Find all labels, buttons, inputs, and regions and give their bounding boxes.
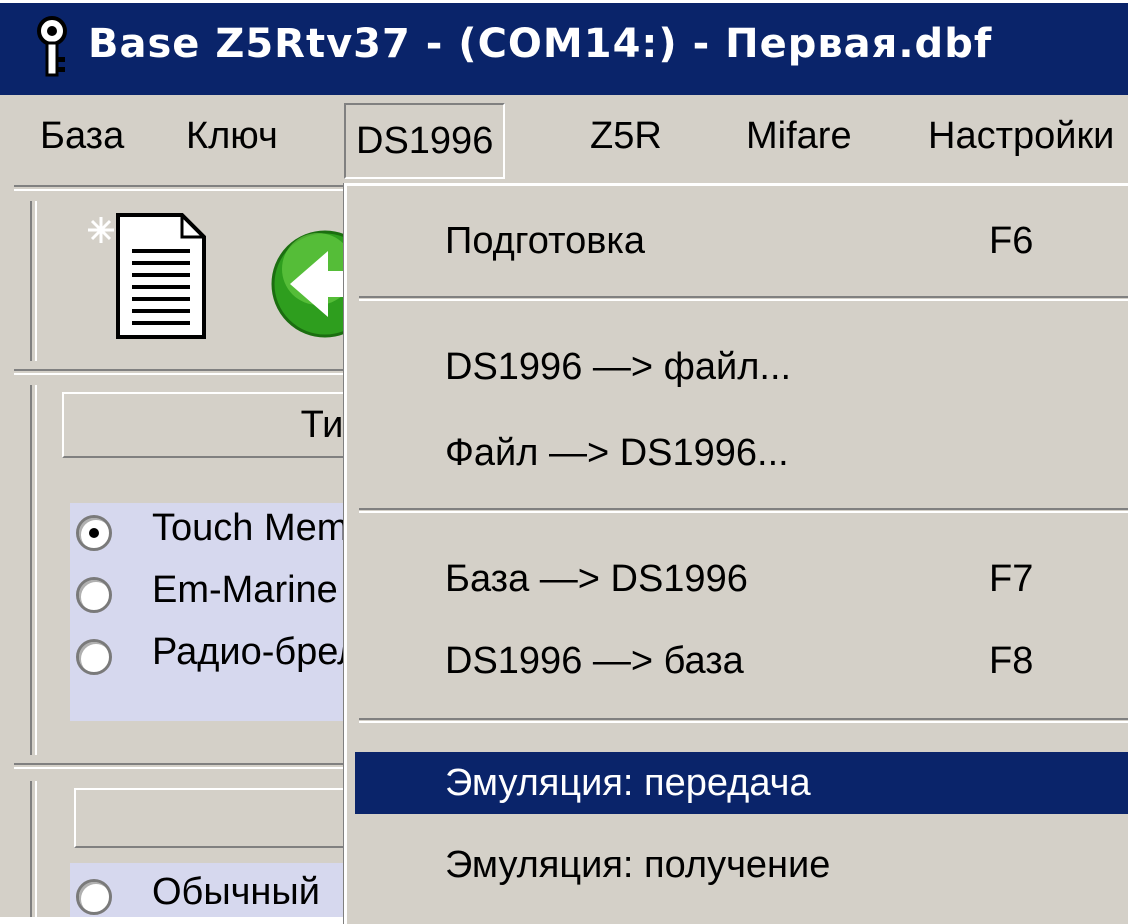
radio-button[interactable] (76, 577, 112, 613)
menu-baza[interactable]: База (30, 115, 134, 158)
radio-button[interactable] (76, 879, 112, 915)
toolbar-grip (30, 201, 37, 361)
menu-item-file-to-ds1996[interactable]: Файл —> DS1996... (355, 422, 1128, 484)
radio-label: Обычный (152, 871, 320, 913)
radio-button[interactable] (76, 639, 112, 675)
menu-item-label: Эмуляция: передача (445, 762, 811, 804)
title-bar: Base Z5Rtv37 - (COM14:) - Первая.dbf (0, 3, 1128, 95)
menu-settings[interactable]: Настройки (918, 115, 1124, 158)
menu-item-label: DS1996 —> база (445, 640, 744, 682)
menu-separator (359, 718, 1128, 723)
divider (14, 369, 354, 375)
menu-item-ds1996-to-base[interactable]: DS1996 —> база F8 (355, 630, 1128, 692)
menu-key[interactable]: Ключ (176, 115, 288, 158)
menu-bar: База Ключ DS1996 Z5R Mifare Настройки (0, 95, 1128, 185)
type-group-header: Тип (62, 392, 374, 458)
second-group-header (74, 788, 368, 848)
menu-item-shortcut: F8 (989, 640, 1034, 682)
menu-item-shortcut: F7 (989, 558, 1034, 600)
key-icon (37, 16, 67, 77)
menu-ds1996[interactable]: DS1996 (344, 103, 506, 179)
divider (14, 185, 354, 191)
menu-item-shortcut: F6 (989, 220, 1034, 262)
window-title: Base Z5Rtv37 - (COM14:) - Первая.dbf (88, 21, 993, 67)
menu-item-label: Эмуляция: получение (445, 844, 831, 886)
group-grip (30, 385, 37, 755)
menu-item-label: DS1996 —> файл... (445, 346, 792, 388)
key-type-radio-group: Touch Memory Em-Marine Радио-брелок (70, 503, 401, 721)
menu-item-emulation-send[interactable]: Эмуляция: передача (355, 752, 1128, 814)
divider (14, 763, 354, 769)
ds1996-dropdown-menu: Подготовка F6 DS1996 —> файл... Файл —> … (344, 183, 1128, 924)
menu-item-base-to-ds1996[interactable]: База —> DS1996 F7 (355, 548, 1128, 610)
menu-item-ds1996-to-file[interactable]: DS1996 —> файл... (355, 336, 1128, 398)
menu-item-label: База —> DS1996 (445, 558, 748, 600)
second-radio-group: Обычный (70, 863, 370, 917)
menu-item-emulation-receive[interactable]: Эмуляция: получение (355, 834, 1128, 896)
radio-label: Em-Marine (152, 569, 338, 611)
menu-z5r[interactable]: Z5R (580, 115, 672, 158)
menu-mifare[interactable]: Mifare (736, 115, 862, 158)
radio-button[interactable] (76, 515, 112, 551)
menu-separator (359, 296, 1128, 301)
menu-item-prepare[interactable]: Подготовка F6 (355, 210, 1128, 272)
menu-separator (359, 508, 1128, 513)
group-grip (30, 781, 37, 917)
new-document-icon[interactable] (88, 211, 212, 341)
menu-item-label: Файл —> DS1996... (445, 432, 789, 474)
menu-item-label: Подготовка (445, 220, 646, 262)
